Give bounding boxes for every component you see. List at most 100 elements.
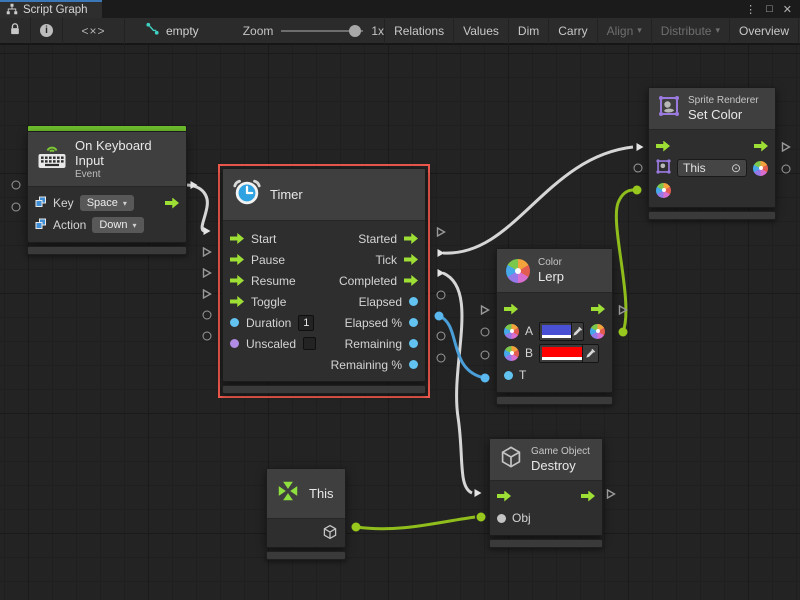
color-port-icon[interactable] [504, 346, 519, 361]
port-timer-completed-out[interactable] [436, 268, 446, 278]
port-lerp-b-in[interactable] [481, 351, 490, 360]
float-out-port[interactable] [409, 318, 418, 327]
tab-script-graph[interactable]: Script Graph [0, 0, 102, 18]
float-out-port[interactable] [409, 339, 418, 348]
port-keyboard-key-in[interactable] [12, 181, 21, 190]
carry-button[interactable]: Carry [548, 17, 596, 44]
trigger-out-port[interactable] [404, 233, 418, 244]
target-picker-icon[interactable]: ⊙ [731, 161, 741, 175]
duration-input[interactable]: 1 [298, 315, 314, 331]
port-lerp-enter-in[interactable] [480, 305, 490, 315]
info-button[interactable]: i [31, 17, 63, 44]
trigger-out-port[interactable] [404, 275, 418, 286]
color-port-icon[interactable] [504, 324, 519, 339]
node-set-color[interactable]: Sprite Renderer Set Color [648, 87, 776, 220]
window-menu-button[interactable]: ⋮ [745, 3, 756, 16]
trigger-in-port[interactable] [230, 233, 244, 244]
trigger-out-port[interactable] [404, 254, 418, 265]
trigger-in-port[interactable] [230, 296, 244, 307]
unscaled-checkbox[interactable] [303, 337, 316, 350]
port-timer-elapsed-out[interactable] [437, 291, 446, 300]
trigger-in-port[interactable] [504, 304, 518, 315]
color-b-value[interactable] [542, 347, 582, 360]
dim-button[interactable]: Dim [508, 17, 548, 44]
trigger-in-port[interactable] [230, 254, 244, 265]
port-timer-remaining-pct-out[interactable] [437, 354, 446, 363]
port-timer-toggle-in[interactable] [202, 289, 212, 299]
color-out-port[interactable] [753, 161, 768, 176]
port-lerp-t-in[interactable] [481, 374, 490, 383]
zoom-slider-handle[interactable] [349, 25, 361, 37]
port-timer-start-in[interactable] [202, 226, 212, 236]
node-footer [489, 539, 603, 548]
target-field[interactable]: This ⊙ [677, 159, 747, 177]
port-lerp-result-out[interactable] [619, 328, 628, 337]
distribute-button[interactable]: Distribute▾ [651, 17, 729, 44]
port-setcolor-result-out[interactable] [782, 165, 791, 174]
port-destroy-obj-in[interactable] [477, 513, 486, 522]
zoom-slider[interactable] [281, 24, 363, 38]
float-in-port[interactable] [230, 318, 239, 327]
close-button[interactable]: ✕ [783, 3, 792, 16]
port-destroy-enter-in[interactable] [473, 488, 483, 498]
port-destroy-exit-out[interactable] [606, 489, 616, 499]
node-color-lerp[interactable]: Color Lerp A [496, 248, 613, 405]
align-button[interactable]: Align▾ [597, 17, 651, 44]
port-this-self-out[interactable] [352, 523, 361, 532]
trigger-out-port[interactable] [591, 304, 605, 315]
maximize-button[interactable]: □ [766, 3, 773, 15]
object-in-port[interactable] [497, 514, 506, 523]
node-timer-selection[interactable]: Timer Start Started Pause Tick Resume [218, 164, 430, 398]
eyedropper-icon[interactable] [582, 345, 598, 362]
port-timer-remaining-out[interactable] [437, 332, 446, 341]
overview-button[interactable]: Overview [729, 17, 798, 44]
wire-keyboard-to-timer-start[interactable] [187, 185, 207, 231]
bool-in-port[interactable] [230, 339, 239, 348]
wire-completed-to-destroy[interactable] [443, 273, 472, 493]
port-lerp-exit-out[interactable] [618, 305, 628, 315]
lock-button[interactable] [0, 17, 31, 44]
port-setcolor-target-in[interactable] [634, 164, 643, 173]
port-timer-tick-out[interactable] [436, 248, 446, 258]
values-button[interactable]: Values [453, 17, 508, 44]
trigger-in-port[interactable] [656, 141, 670, 152]
port-timer-resume-in[interactable] [202, 268, 212, 278]
node-this[interactable]: This [266, 468, 346, 560]
trigger-in-port[interactable] [497, 491, 511, 502]
graph-canvas[interactable]: On Keyboard Input Event Key Space ▾ [0, 45, 800, 600]
color-a-value[interactable] [542, 325, 571, 338]
trigger-in-port[interactable] [230, 275, 244, 286]
port-keyboard-action-in[interactable] [12, 203, 21, 212]
trigger-out-port[interactable] [581, 491, 595, 502]
key-dropdown[interactable]: Space ▾ [80, 195, 134, 211]
float-out-port[interactable] [409, 297, 418, 306]
port-timer-duration-in[interactable] [203, 311, 212, 320]
code-preview-button[interactable]: <×> [63, 17, 125, 44]
color-a-swatch[interactable] [539, 322, 584, 341]
port-timer-elapsed-pct-out[interactable] [435, 312, 444, 321]
node-on-keyboard-input[interactable]: On Keyboard Input Event Key Space ▾ [27, 125, 187, 255]
port-setcolor-color-in[interactable] [633, 186, 642, 195]
relations-button[interactable]: Relations [384, 17, 453, 44]
port-timer-started-out[interactable] [436, 227, 446, 237]
float-out-port[interactable] [409, 360, 418, 369]
port-setcolor-exit-out[interactable] [781, 142, 791, 152]
trigger-out-port[interactable] [754, 141, 768, 152]
port-timer-pause-in[interactable] [202, 247, 212, 257]
wire-this-to-obj[interactable] [356, 517, 475, 529]
port-timer-unscaled-in[interactable] [203, 332, 212, 341]
trigger-out-port[interactable] [165, 198, 179, 209]
game-object-port-icon[interactable] [322, 524, 338, 543]
eyedropper-icon[interactable] [571, 323, 583, 340]
color-out-port[interactable] [590, 324, 605, 339]
action-dropdown[interactable]: Down ▾ [92, 217, 143, 233]
wire-tick-to-setcolor[interactable] [443, 147, 633, 253]
port-lerp-a-in[interactable] [481, 328, 490, 337]
color-b-swatch[interactable] [539, 344, 599, 363]
port-setcolor-enter-in[interactable] [635, 142, 645, 152]
color-in-port[interactable] [656, 183, 671, 198]
node-timer[interactable]: Timer Start Started Pause Tick Resume [222, 168, 426, 394]
float-in-port[interactable] [504, 371, 513, 380]
sprite-renderer-port-icon[interactable] [656, 159, 671, 177]
node-destroy[interactable]: Game Object Destroy Obj [489, 438, 603, 548]
